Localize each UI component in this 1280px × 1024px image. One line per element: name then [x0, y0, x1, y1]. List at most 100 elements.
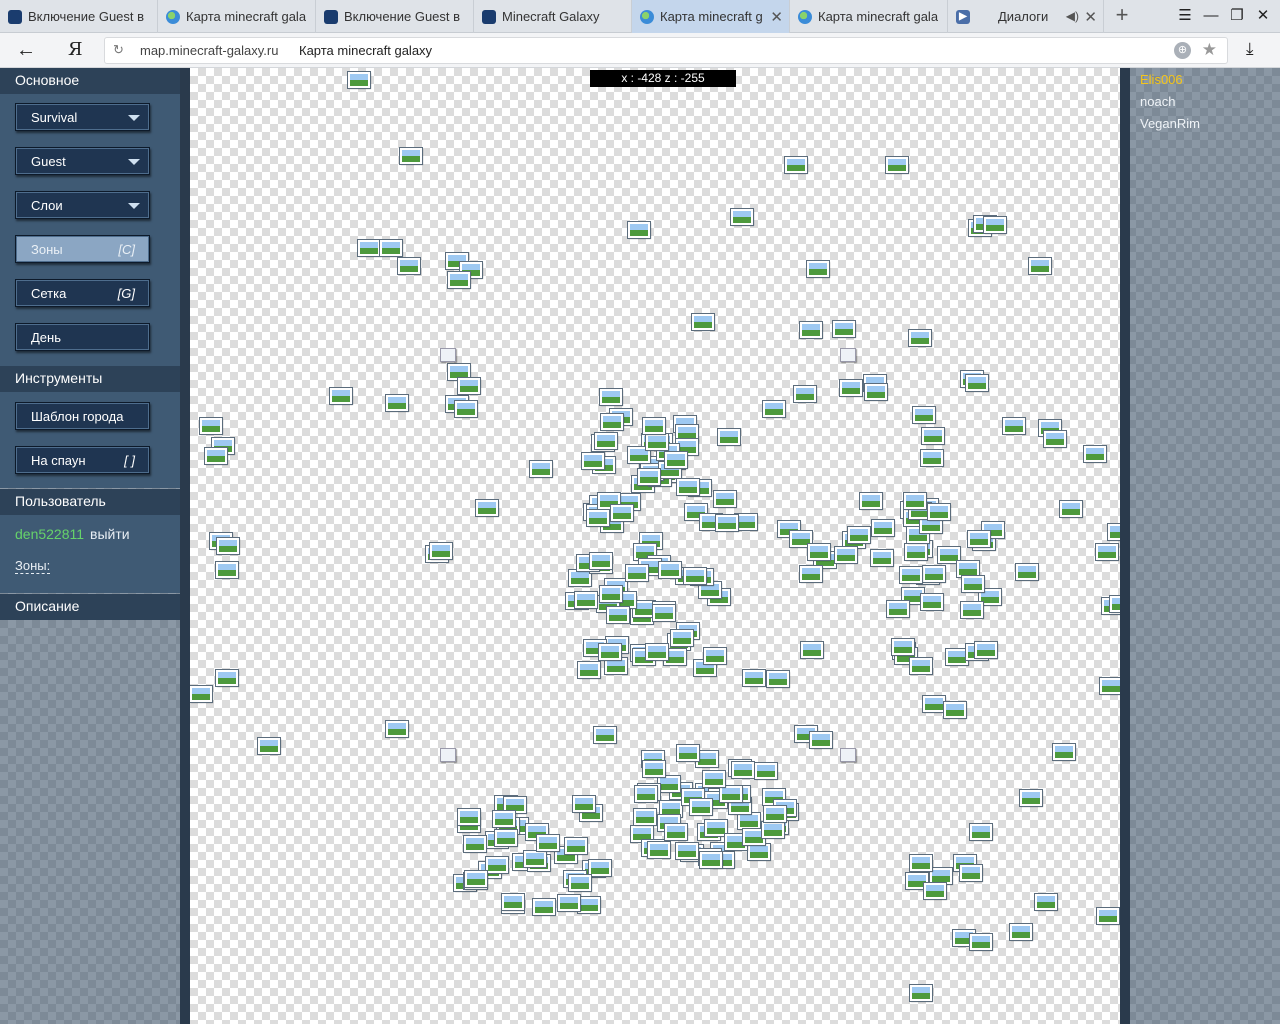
- zone-image-icon[interactable]: [464, 870, 488, 888]
- zone-image-icon[interactable]: [927, 503, 951, 521]
- zone-image-icon[interactable]: [454, 400, 478, 418]
- zone-image-icon[interactable]: [763, 805, 787, 823]
- close-window-icon[interactable]: ✕: [1250, 0, 1276, 33]
- zone-image-icon[interactable]: [385, 394, 409, 412]
- spawn-button[interactable]: На спаун [ ]: [15, 446, 150, 474]
- zone-image-icon[interactable]: [956, 560, 980, 578]
- zone-image-icon[interactable]: [799, 321, 823, 339]
- zone-image-icon[interactable]: [967, 530, 991, 548]
- zone-image-icon[interactable]: [683, 567, 707, 585]
- zone-image-icon[interactable]: [730, 208, 754, 226]
- zone-image-icon[interactable]: [216, 537, 240, 555]
- bookmark-star-icon[interactable]: ★: [1202, 40, 1217, 60]
- zone-image-icon[interactable]: [645, 433, 669, 451]
- zone-image-icon[interactable]: [593, 726, 617, 744]
- zone-image-icon[interactable]: [909, 854, 933, 872]
- zone-image-icon[interactable]: [492, 810, 516, 828]
- zone-image-icon[interactable]: [885, 156, 909, 174]
- zone-image-icon[interactable]: [864, 383, 888, 401]
- zone-image-icon[interactable]: [627, 221, 651, 239]
- yandex-logo[interactable]: Я: [68, 39, 83, 60]
- zone-image-icon[interactable]: [1095, 543, 1119, 561]
- zone-image-icon[interactable]: [572, 795, 596, 813]
- zone-image-icon[interactable]: [847, 526, 871, 544]
- zone-image-icon[interactable]: [929, 867, 953, 885]
- zone-image-icon[interactable]: [886, 600, 910, 618]
- zone-image-icon[interactable]: [969, 933, 993, 951]
- minimize-icon[interactable]: —: [1198, 0, 1224, 33]
- zone-image-icon[interactable]: [385, 720, 409, 738]
- zone-image-icon[interactable]: [1107, 523, 1120, 541]
- close-tab-icon[interactable]: ✕: [1084, 8, 1097, 26]
- zone-image-icon[interactable]: [784, 156, 808, 174]
- zone-image-icon[interactable]: [920, 593, 944, 611]
- player-name[interactable]: Elis006: [1140, 72, 1183, 87]
- zone-image-icon[interactable]: [657, 775, 681, 793]
- zone-image-icon[interactable]: [754, 762, 778, 780]
- zone-image-icon[interactable]: [600, 413, 624, 431]
- zone-image-icon[interactable]: [457, 377, 481, 395]
- zone-image-icon[interactable]: [742, 669, 766, 687]
- day-toggle-button[interactable]: День: [15, 323, 150, 351]
- zone-image-icon[interactable]: [501, 893, 525, 911]
- zones-toggle-button[interactable]: Зоны [C]: [15, 235, 150, 263]
- zone-image-icon[interactable]: [807, 543, 831, 561]
- zone-image-icon[interactable]: [960, 601, 984, 619]
- zone-image-icon[interactable]: [658, 561, 682, 579]
- zone-image-icon[interactable]: [557, 894, 581, 912]
- tab-2[interactable]: Карта minecraft gala: [158, 0, 316, 33]
- zone-image-icon[interactable]: [1019, 789, 1043, 807]
- player-name[interactable]: noach: [1140, 94, 1175, 109]
- logout-link[interactable]: выйти: [90, 526, 130, 542]
- zone-image-icon[interactable]: [793, 385, 817, 403]
- tab-1[interactable]: Включение Guest в: [0, 0, 158, 33]
- zone-image-icon[interactable]: [633, 808, 657, 826]
- close-tab-icon[interactable]: ✕: [770, 8, 783, 26]
- zone-image-icon[interactable]: [447, 271, 471, 289]
- zone-image-icon[interactable]: [568, 874, 592, 892]
- zone-image-icon[interactable]: [920, 449, 944, 467]
- zone-image-icon[interactable]: [1028, 257, 1052, 275]
- zone-image-icon[interactable]: [719, 785, 743, 803]
- zone-image-icon[interactable]: [912, 406, 936, 424]
- reload-icon[interactable]: ↻: [113, 42, 124, 58]
- zone-image-icon[interactable]: [564, 837, 588, 855]
- back-arrow-icon[interactable]: ←: [16, 39, 36, 62]
- zone-image-icon[interactable]: [199, 417, 223, 435]
- zone-image-icon[interactable]: [737, 812, 761, 830]
- zone-image-icon[interactable]: [904, 543, 928, 561]
- zone-image-icon[interactable]: [577, 661, 601, 679]
- zone-image-icon[interactable]: [1034, 893, 1058, 911]
- sound-icon[interactable]: ◀): [1066, 9, 1079, 23]
- zone-image-icon[interactable]: [642, 417, 666, 435]
- zone-image-icon[interactable]: [606, 606, 630, 624]
- zone-image-icon[interactable]: [922, 565, 946, 583]
- zone-image-icon[interactable]: [645, 643, 669, 661]
- zone-image-icon[interactable]: [983, 216, 1007, 234]
- zone-image-icon[interactable]: [713, 490, 737, 508]
- zone-image-icon[interactable]: [204, 447, 228, 465]
- zone-image-icon[interactable]: [1059, 500, 1083, 518]
- zone-image-icon[interactable]: [610, 504, 634, 522]
- zone-image-icon[interactable]: [475, 499, 499, 517]
- zone-image-icon[interactable]: [903, 492, 927, 510]
- zone-image-icon[interactable]: [1009, 923, 1033, 941]
- zone-image-icon[interactable]: [347, 71, 371, 89]
- zone-image-icon[interactable]: [834, 546, 858, 564]
- username-link[interactable]: den522811: [15, 526, 84, 542]
- zone-image-icon[interactable]: [974, 641, 998, 659]
- zone-image-icon[interactable]: [675, 842, 699, 860]
- restore-icon[interactable]: ❐: [1224, 0, 1250, 33]
- zone-image-icon[interactable]: [806, 260, 830, 278]
- zone-image-icon[interactable]: [691, 313, 715, 331]
- zone-image-icon[interactable]: [699, 851, 723, 869]
- city-template-button[interactable]: Шаблон города: [15, 402, 150, 430]
- new-tab-button[interactable]: +: [1108, 2, 1136, 30]
- zone-image-icon[interactable]: [536, 834, 560, 852]
- zone-image-icon[interactable]: [532, 898, 556, 916]
- zone-image-icon[interactable]: [652, 604, 676, 622]
- grid-toggle-button[interactable]: Сетка [G]: [15, 279, 150, 307]
- zone-image-icon[interactable]: [870, 549, 894, 567]
- zone-image-icon[interactable]: [399, 147, 423, 165]
- zone-image-icon[interactable]: [457, 808, 481, 826]
